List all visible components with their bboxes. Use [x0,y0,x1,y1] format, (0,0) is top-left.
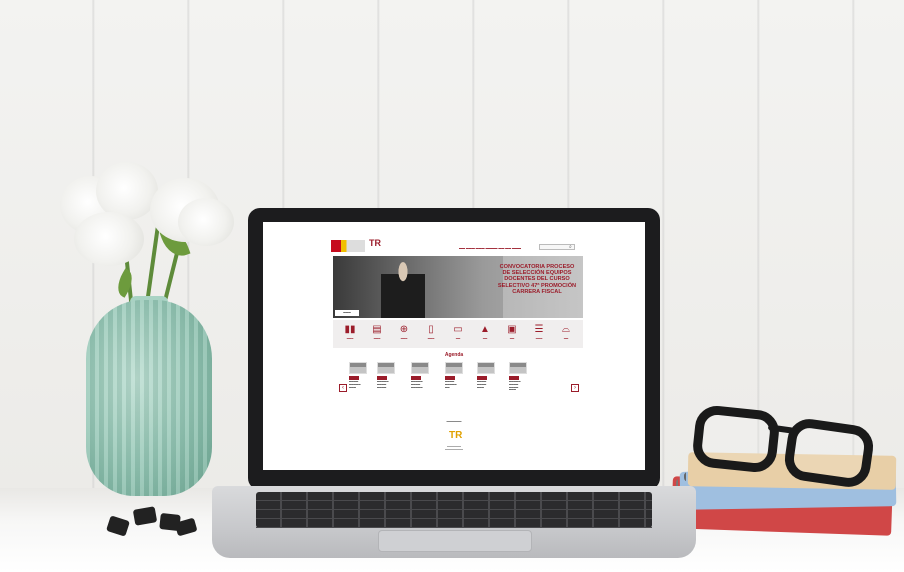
footer-text: ▬▬▬▬▬▬▬ ▬▬▬▬▬▬▬▬▬ [445,446,463,451]
footer-label: ▬▬▬▬▬▬ [446,420,462,423]
agenda-thumbnail [445,362,463,374]
agenda-item-text: ▬▬▬▬▬ ▬▬▬▬ ▬▬▬▬ ▬▬▬ [509,381,521,392]
agenda-date-badge [411,376,421,380]
quick-link-label: ▬▬ [509,338,515,340]
agenda-item[interactable]: ▬▬▬▬▬ ▬▬▬▬ ▬▬▬▬ [377,362,399,389]
globe-icon: ⊕ [399,324,409,335]
agenda-item[interactable]: ▬▬▬▬▬ ▬▬▬▬ ▬▬▬▬▬ [411,362,433,389]
inbox-icon: ⌓ [562,324,570,335]
quick-link-label: ▬▬▬ [535,338,543,340]
quick-link-label: ▬▬▬ [427,338,435,340]
carnation-flower [74,212,144,266]
top-links: ▬▬ ▬▬▬ ▬▬▬ ▬▬▬▬ ▬▬ ▬▬ ▬▬▬ [459,246,522,250]
laptop-screen: TR ▬▬ ▬▬▬ ▬▬▬ ▬▬▬▬ ▬▬ ▬▬ ▬▬▬ ⌕ CONVOCATO… [263,222,645,470]
agenda-thumbnail [477,362,495,374]
government-logo [331,240,365,252]
agenda-item-text: ▬▬▬▬ ▬▬▬▬▬ ▬▬▬ [349,381,361,389]
list-icon: ☰ [534,324,544,335]
agenda-item-text: ▬▬▬▬▬ ▬▬▬▬ ▬▬▬▬ [377,381,389,389]
quick-link-label: ▬▬ [482,338,488,340]
quick-link[interactable]: ▯ ▬▬▬ [420,324,442,340]
agenda-date-badge [377,376,387,380]
chevron-right-icon: › [574,385,576,391]
agenda-thumbnail [509,362,527,374]
agenda-thumbnail [349,362,367,374]
agenda-prev-button[interactable]: ‹ [339,384,347,392]
quick-link[interactable]: ▭ ▬▬ [447,324,469,340]
quick-link[interactable]: ⊕ ▬▬▬ [393,324,415,340]
green-vase [86,300,212,496]
agenda-date-badge [477,376,487,380]
quick-link-label: ▬▬▬ [400,338,408,340]
image-icon: ▣ [507,324,517,335]
hero-banner[interactable]: CONVOCATORIA PROCESO DE SELECCIÓN EQUIPO… [333,256,583,318]
carnation-flower [178,198,234,246]
quick-link-label: ▬▬▬ [346,338,354,340]
agenda-title: Agenda [444,352,464,358]
agenda-item-text: ▬▬▬▬▬ ▬▬▬▬ ▬▬▬▬▬ [411,381,423,389]
search-icon[interactable]: ⌕ [569,244,572,250]
agenda-date-badge [349,376,359,380]
quick-link[interactable]: ☰ ▬▬▬ [528,324,550,340]
keyboard [256,492,652,528]
quick-link[interactable]: ▮▮ ▬▬▬ [339,324,361,340]
quick-link-label: ▬▬▬ [373,338,381,340]
hero-title: CONVOCATORIA PROCESO DE SELECCIÓN EQUIPO… [497,264,577,295]
footer-logo: TR [449,430,463,441]
agenda-next-button[interactable]: › [571,384,579,392]
quick-access-icons: ▮▮ ▬▬▬ ▤ ▬▬▬ ⊕ ▬▬▬ ▯ ▬▬▬ ▭ ▬▬ ▲ ▬▬ ▣ ▬▬ … [333,320,583,348]
agenda-item[interactable]: ▬▬▬▬▬▬▬▬▬▬▬ [477,362,499,389]
page-icon: ▯ [428,324,434,335]
quick-link[interactable]: ⌓ ▬▬ [555,324,577,340]
quick-link-label: ▬▬ [455,338,461,340]
hero-photo [381,260,425,318]
book-icon: ▮▮ [344,324,356,335]
agenda-thumbnail [377,362,395,374]
quick-link[interactable]: ▣ ▬▬ [501,324,523,340]
document-icon: ▤ [372,324,382,335]
agenda-item-text: ▬▬▬▬▬▬▬▬▬▬▬ [445,381,457,389]
trackpad [378,530,532,552]
monitor-icon: ▭ [453,324,463,335]
agenda-item-text: ▬▬▬▬▬▬▬▬▬▬▬ [477,381,487,389]
agenda-item[interactable]: ▬▬▬▬▬ ▬▬▬▬ ▬▬▬▬ ▬▬▬ [509,362,531,392]
hero-more-button[interactable]: ▬▬▬ [335,310,359,316]
quick-link-label: ▬▬ [563,338,569,340]
quick-link[interactable]: ▤ ▬▬▬ [366,324,388,340]
quick-link[interactable]: ▲ ▬▬ [474,324,496,340]
agenda-date-badge [509,376,519,380]
agenda-item[interactable]: ▬▬▬▬ ▬▬▬▬▬ ▬▬▬ [349,362,371,389]
site-header: TR ▬▬ ▬▬▬ ▬▬▬ ▬▬▬▬ ▬▬ ▬▬ ▬▬▬ ⌕ [263,222,645,256]
agenda-date-badge [445,376,455,380]
agenda-thumbnail [411,362,429,374]
chevron-left-icon: ‹ [342,385,344,391]
cej-logo: TR [369,238,381,248]
agenda-item[interactable]: ▬▬▬▬▬▬▬▬▬▬▬ [445,362,467,389]
graduation-cap-icon: ▲ [480,324,490,335]
